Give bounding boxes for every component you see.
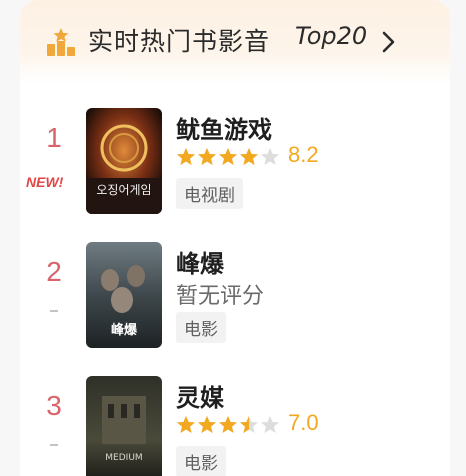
star-icon [219,416,237,433]
poster-image[interactable]: 오징어게임 [86,108,162,214]
category-tag: 电视剧 [176,178,243,209]
rank-change-dash [50,310,58,312]
star-icon [261,148,279,165]
category-tag: 电影 [176,446,226,476]
list-item[interactable]: 3 MEDIUM 灵媒 7.0 电影 [20,376,450,476]
list-item[interactable]: 2 峰爆 峰爆 暂无评分 电影 [20,242,450,354]
item-title[interactable]: 鱿鱼游戏 [176,110,272,145]
trophy-bars-icon [46,27,76,57]
poster-title-text: MEDIUM [105,453,142,463]
rank-change-dash [50,444,58,446]
rank-number: 3 [46,390,62,421]
star-icon [198,416,216,433]
new-badge: NEW! [26,174,64,190]
rank-number: 2 [46,256,62,287]
poster-image[interactable]: 峰爆 [86,242,162,348]
poster-image[interactable]: MEDIUM [86,376,162,476]
star-icon [240,416,258,433]
category-tag: 电影 [176,312,226,343]
star-icon [219,148,237,165]
star-icon [177,416,195,433]
rating-score: 8.2 [288,142,319,167]
poster-title-text: 오징어게임 [96,183,151,197]
top20-label: Top20 [295,22,368,50]
list-item[interactable]: 1 NEW! 오징어게임 鱿鱼游戏 8.2 电视剧 [20,108,450,220]
list-title: 实时热门书影音 [88,27,271,56]
rating-stars [176,146,286,168]
item-title[interactable]: 灵媒 [176,378,224,413]
list-header[interactable]: 实时热门书影音 Top20 [20,0,450,84]
rating-stars [176,414,286,436]
chevron-right-icon[interactable] [380,30,398,54]
poster-title-text: 峰爆 [111,322,138,338]
hot-list-card: 实时热门书影音 Top20 1 NEW! 오징어게임 鱿鱼游戏 8.2 电视剧 … [20,0,450,476]
star-icon [240,148,258,165]
star-icon [198,148,216,165]
star-icon [261,416,279,433]
rating-score: 7.0 [288,410,319,435]
no-rating-text: 暂无评分 [176,284,265,309]
star-icon [177,148,195,165]
item-title[interactable]: 峰爆 [176,244,224,279]
rank-number: 1 [46,122,62,153]
